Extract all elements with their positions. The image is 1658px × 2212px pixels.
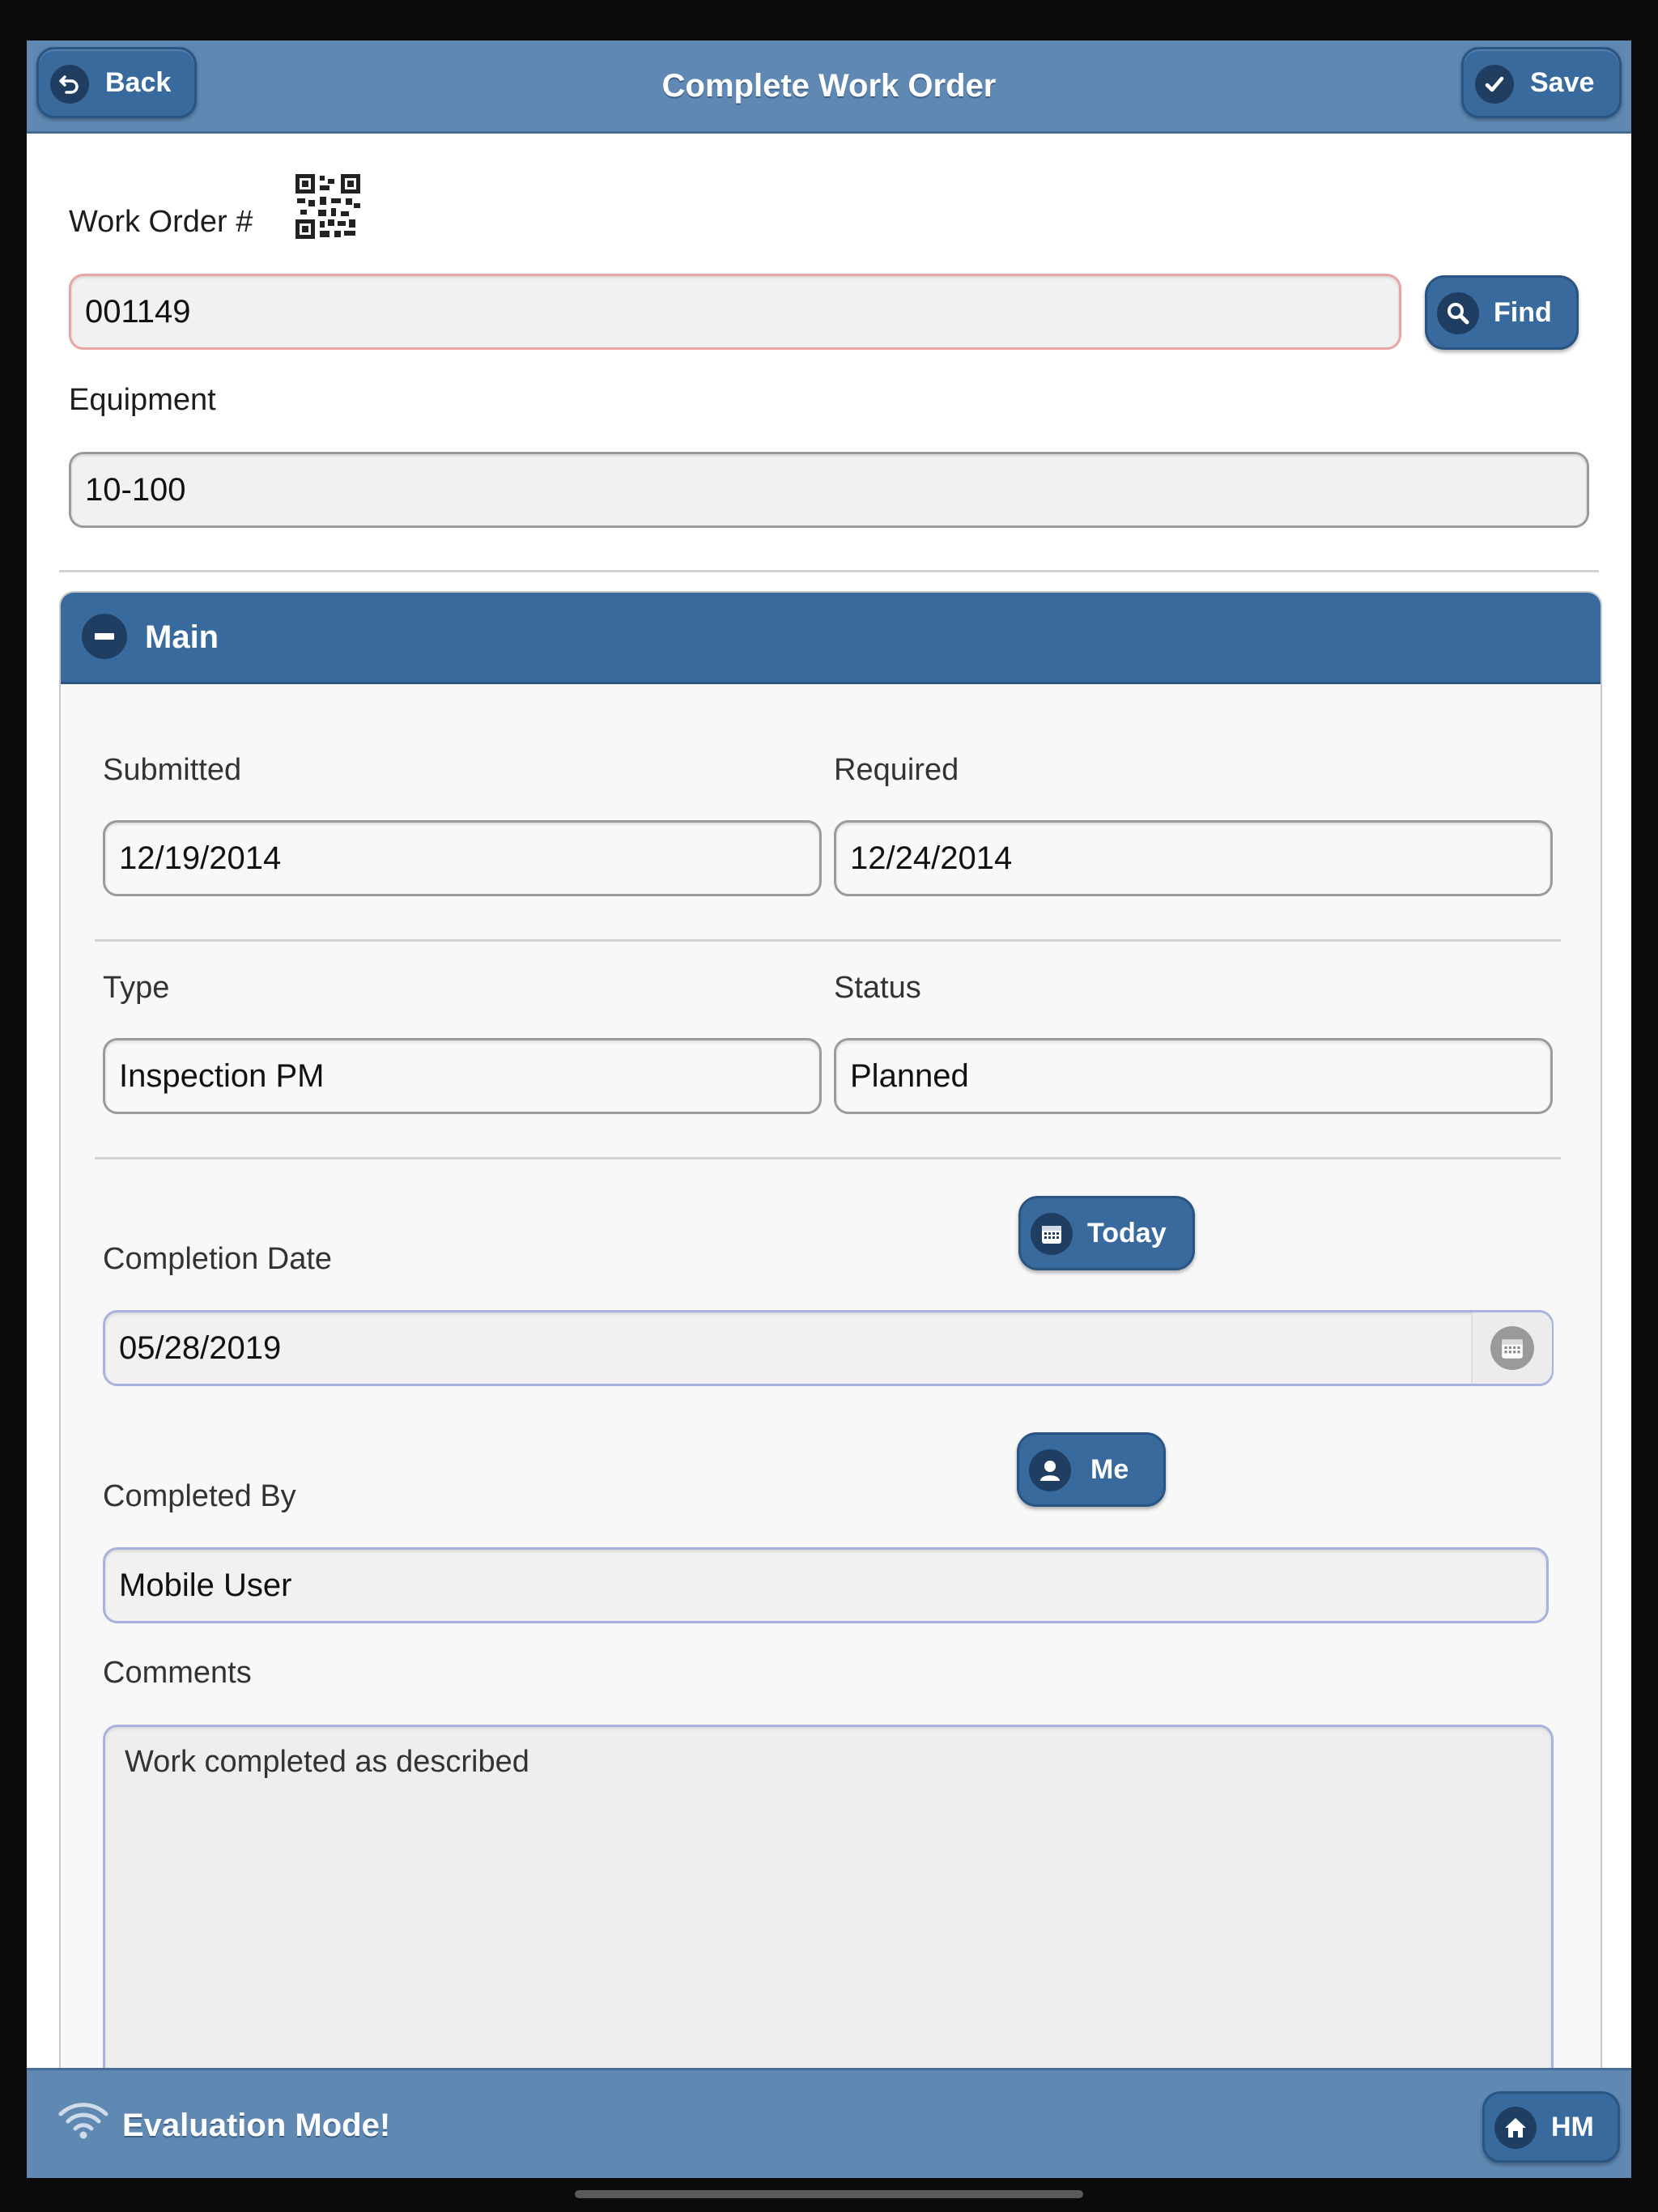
back-button[interactable]: Back bbox=[36, 47, 197, 118]
main-panel-title: Main bbox=[145, 619, 219, 655]
save-button[interactable]: Save bbox=[1461, 47, 1622, 118]
back-arrow-icon bbox=[50, 65, 89, 104]
completion-date-input[interactable]: 05/28/2019 bbox=[103, 1310, 1554, 1386]
completed-by-input[interactable]: Mobile User bbox=[103, 1547, 1549, 1623]
panel-divider bbox=[95, 939, 1561, 942]
home-indicator-bar bbox=[575, 2190, 1083, 2198]
completed-by-label: Completed By bbox=[103, 1479, 296, 1513]
calendar-icon bbox=[1490, 1326, 1534, 1370]
today-label: Today bbox=[1087, 1218, 1167, 1249]
completion-date-label: Completion Date bbox=[103, 1242, 333, 1276]
app-screen: Complete Work Order Back Save Work Order… bbox=[27, 40, 1631, 2178]
back-label: Back bbox=[105, 67, 172, 98]
main-panel-header[interactable]: Main bbox=[61, 593, 1601, 684]
main-panel: Main Submitted Required 12/19/2014 12/24… bbox=[59, 591, 1602, 2178]
find-label: Find bbox=[1494, 297, 1552, 328]
calendar-icon bbox=[1031, 1213, 1073, 1255]
checkmark-icon bbox=[1475, 65, 1514, 104]
status-label: Status bbox=[834, 971, 921, 1005]
footer-bar: Evaluation Mode! HM bbox=[27, 2068, 1631, 2178]
home-button[interactable]: HM bbox=[1482, 2091, 1620, 2163]
equipment-label: Equipment bbox=[69, 383, 216, 417]
find-button[interactable]: Find bbox=[1425, 275, 1579, 350]
panel-divider bbox=[95, 1157, 1561, 1159]
wifi-icon bbox=[57, 2099, 109, 2140]
page-title: Complete Work Order bbox=[661, 68, 997, 104]
collapse-minus-icon bbox=[82, 614, 127, 659]
equipment-input[interactable]: 10-100 bbox=[69, 452, 1589, 528]
evaluation-mode-text: Evaluation Mode! bbox=[122, 2108, 391, 2143]
work-order-label: Work Order # bbox=[69, 205, 253, 239]
me-label: Me bbox=[1090, 1454, 1129, 1485]
section-divider bbox=[59, 570, 1599, 572]
required-field[interactable]: 12/24/2014 bbox=[834, 820, 1553, 896]
type-label: Type bbox=[103, 971, 170, 1005]
today-button[interactable]: Today bbox=[1018, 1196, 1195, 1270]
work-order-input[interactable]: 001149 bbox=[69, 274, 1401, 350]
submitted-field[interactable]: 12/19/2014 bbox=[103, 820, 822, 896]
type-field[interactable]: Inspection PM bbox=[103, 1038, 822, 1114]
comments-label: Comments bbox=[103, 1656, 252, 1690]
date-picker-button[interactable] bbox=[1471, 1312, 1552, 1384]
required-label: Required bbox=[834, 753, 959, 787]
home-icon bbox=[1494, 2107, 1537, 2149]
header-bar: Complete Work Order Back Save bbox=[27, 40, 1631, 134]
save-label: Save bbox=[1530, 67, 1595, 98]
me-button[interactable]: Me bbox=[1017, 1432, 1166, 1507]
search-icon bbox=[1437, 292, 1479, 334]
submitted-label: Submitted bbox=[103, 753, 242, 787]
user-icon bbox=[1029, 1449, 1071, 1491]
qr-code-icon[interactable] bbox=[295, 174, 360, 239]
home-label: HM bbox=[1551, 2112, 1594, 2142]
status-field[interactable]: Planned bbox=[834, 1038, 1553, 1114]
